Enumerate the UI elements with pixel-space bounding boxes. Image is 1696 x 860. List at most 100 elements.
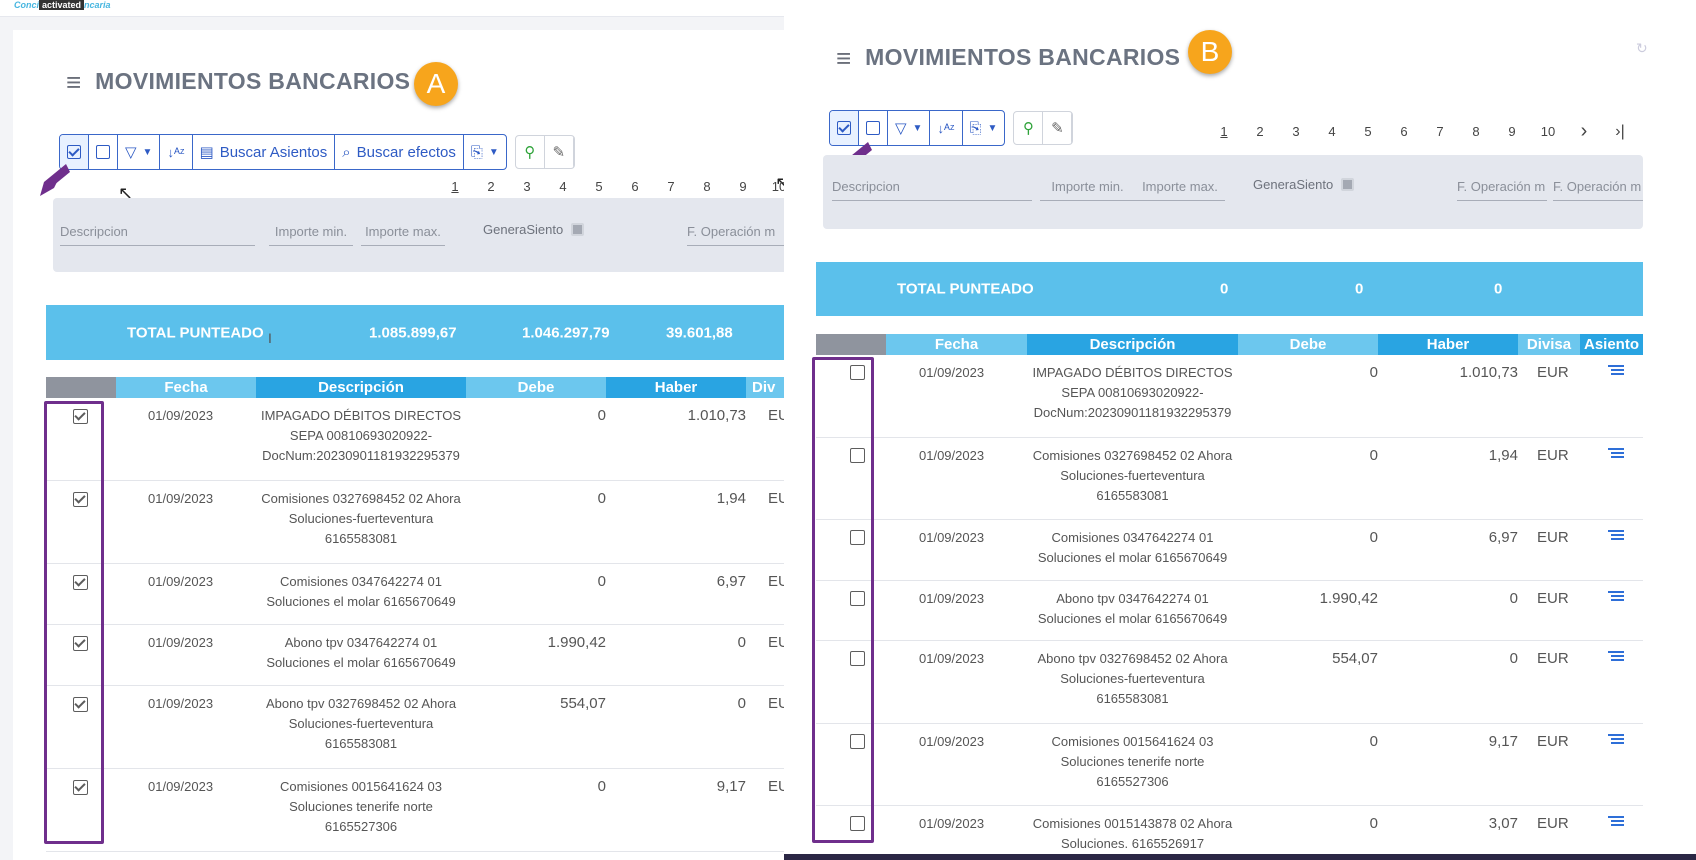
total-haber: 0 (1355, 280, 1364, 298)
asiento-icon[interactable] (1608, 365, 1624, 377)
table-row[interactable]: 01/09/2023 Comisiones 0015143878 02 Ahor… (816, 806, 1643, 860)
asiento-icon[interactable] (1608, 448, 1624, 460)
descripcion-field[interactable]: Descripcion (832, 179, 1032, 201)
toolbar-group: ▽ ▼ ↓ᴬᶻ ▤ Buscar Asientos ⌕ Buscar efectos … (59, 134, 507, 170)
highlight-box-annotation (812, 357, 874, 843)
page-link[interactable]: 1 (1206, 124, 1242, 139)
f-operacion-from-field[interactable]: F. Operación m (1457, 179, 1547, 201)
cell-descripcion: Comisiones 0327698452 02 Ahora Soluciones… (261, 491, 461, 546)
page-link[interactable]: 1 (437, 179, 473, 194)
total-punteado-bar: TOTAL PUNTEADO I 1.085.899,67 1.046.297,… (46, 305, 784, 360)
cell-haber: 0 (737, 695, 746, 712)
table-row[interactable]: 01/09/2023 Comisiones 0327698452 02 Ahor… (816, 438, 1643, 520)
asiento-icon[interactable] (1608, 734, 1624, 746)
table-row[interactable]: 01/09/2023 Comisiones 0015641624 03 Soluc… (816, 724, 1643, 806)
genera-siento-toggle[interactable]: GeneraSiento (483, 222, 585, 237)
asiento-icon[interactable] (1608, 816, 1624, 828)
next-page-icon[interactable]: › (1566, 120, 1602, 143)
page-link[interactable]: 2 (1242, 124, 1278, 139)
header-divisa[interactable]: Divisa (1518, 334, 1580, 355)
search-button[interactable]: ⚲ (516, 136, 545, 168)
clear-button[interactable]: ✎ (545, 136, 574, 168)
asiento-icon[interactable] (1608, 651, 1624, 663)
cell-debe: 0 (1369, 529, 1378, 546)
refresh-icon[interactable]: ↻ (1636, 40, 1648, 57)
checkbox[interactable] (1341, 178, 1355, 191)
importe-min-field[interactable]: Importe min. (1040, 179, 1135, 201)
header-descripcion[interactable]: Descripción (256, 377, 466, 398)
asiento-icon[interactable] (1608, 591, 1624, 603)
header-fecha[interactable]: Fecha (886, 334, 1027, 355)
cell-fecha: 01/09/2023 (919, 591, 985, 606)
buscar-asientos-button[interactable]: ▤ Buscar Asientos (193, 135, 336, 169)
cell-haber: 1,94 (1488, 447, 1518, 464)
table-row[interactable]: 01/09/2023 Abono tpv 0327698452 02 Ahora… (46, 686, 784, 769)
table-row[interactable]: 01/09/2023 Comisiones 0015641624 03 Soluc… (46, 769, 784, 852)
cell-haber: 6,97 (1488, 529, 1518, 546)
page-link[interactable]: 9 (725, 179, 761, 194)
page-link[interactable]: 7 (653, 179, 689, 194)
page-link[interactable]: 7 (1422, 124, 1458, 139)
asiento-icon[interactable] (1608, 530, 1624, 542)
page-link[interactable]: 3 (1278, 124, 1314, 139)
cell-divisa: EU (768, 490, 784, 507)
page-link[interactable]: 4 (545, 179, 581, 194)
cell-debe: 0 (1369, 815, 1378, 832)
importe-min-field[interactable]: Importe min. (269, 224, 353, 246)
search-button[interactable]: ⚲ (1014, 112, 1044, 144)
f-operacion-field[interactable]: F. Operación m (687, 224, 784, 246)
deselect-all-button[interactable] (89, 135, 118, 169)
cell-descripcion: Comisiones 0015641624 03 Soluciones tener… (1051, 734, 1214, 789)
page-link[interactable]: 8 (1458, 124, 1494, 139)
table-row[interactable]: 01/09/2023 Abono tpv 0327698452 02 Ahora… (816, 641, 1643, 724)
table-row[interactable]: 01/09/2023 Comisiones 0347642274 01 Soluc… (46, 564, 784, 625)
header-fecha[interactable]: Fecha (116, 377, 256, 398)
export-button[interactable]: ⎘ ▼ (464, 135, 506, 169)
importe-max-field[interactable]: Importe max. (361, 224, 445, 246)
filter-button[interactable]: ▽ ▼ (888, 111, 931, 145)
page-link[interactable]: 4 (1314, 124, 1350, 139)
last-page-icon[interactable]: ›| (1602, 123, 1638, 141)
menu-icon[interactable]: ≡ (66, 69, 81, 95)
page-link[interactable]: 5 (1350, 124, 1386, 139)
menu-icon[interactable]: ≡ (836, 45, 851, 71)
page-link[interactable]: 6 (1386, 124, 1422, 139)
page-link[interactable]: 5 (581, 179, 617, 194)
header-descripcion[interactable]: Descripción (1027, 334, 1238, 355)
checkbox[interactable] (571, 223, 585, 236)
filter-panel: Descripcion Importe min. Importe max. Ge… (823, 155, 1643, 229)
table-row[interactable]: 01/09/2023 IMPAGADO DÉBITOS DIRECTOS SEPA… (816, 355, 1643, 438)
table-row[interactable]: 01/09/2023 Comisiones 0327698452 02 Ahor… (46, 481, 784, 564)
header-asiento[interactable]: Asiento (1580, 334, 1643, 355)
importe-max-field[interactable]: Importe max. (1135, 179, 1225, 201)
page-link[interactable]: 9 (1494, 124, 1530, 139)
buscar-efectos-button[interactable]: ⌕ Buscar efectos (335, 135, 464, 169)
cell-fecha: 01/09/2023 (148, 574, 214, 589)
header-divisa[interactable]: Div (746, 377, 784, 398)
table-row[interactable]: 01/09/2023 Abono tpv 0347642274 01 Soluci… (816, 581, 1643, 641)
cell-debe: 1.990,42 (547, 634, 606, 651)
cell-fecha: 01/09/2023 (148, 408, 214, 423)
export-button[interactable]: ⎘ ▼ (963, 111, 1005, 145)
table-row[interactable]: 01/09/2023 Abono tpv 0347642274 01 Soluci… (46, 625, 784, 686)
table-row[interactable]: 01/09/2023 IMPAGADO DÉBITOS DIRECTOS SEPA… (46, 398, 784, 481)
page-link[interactable]: 8 (689, 179, 725, 194)
sort-button[interactable]: ↓ᴬᶻ (160, 135, 193, 169)
header-debe[interactable]: Debe (466, 377, 606, 398)
search-doc-icon: ⌕ (342, 143, 351, 161)
page-link[interactable]: 2 (473, 179, 509, 194)
clear-button[interactable]: ✎ (1043, 112, 1073, 144)
sort-button[interactable]: ↓ᴬᶻ (930, 111, 963, 145)
page-link[interactable]: 6 (617, 179, 653, 194)
genera-siento-toggle[interactable]: GeneraSiento (1253, 177, 1355, 192)
descripcion-field[interactable]: Descripcion (60, 224, 255, 246)
header-haber[interactable]: Haber (1378, 334, 1518, 355)
page-link[interactable]: 3 (509, 179, 545, 194)
page-link[interactable]: 10 (1530, 124, 1566, 139)
filter-button[interactable]: ▽ ▼ (118, 135, 161, 169)
table-row[interactable]: 01/09/2023 Comisiones 0347642274 01 Soluc… (816, 520, 1643, 581)
page-link[interactable]: 10 (761, 179, 784, 194)
header-haber[interactable]: Haber (606, 377, 746, 398)
header-debe[interactable]: Debe (1238, 334, 1378, 355)
f-operacion-to-field[interactable]: F. Operación m (1553, 179, 1643, 201)
